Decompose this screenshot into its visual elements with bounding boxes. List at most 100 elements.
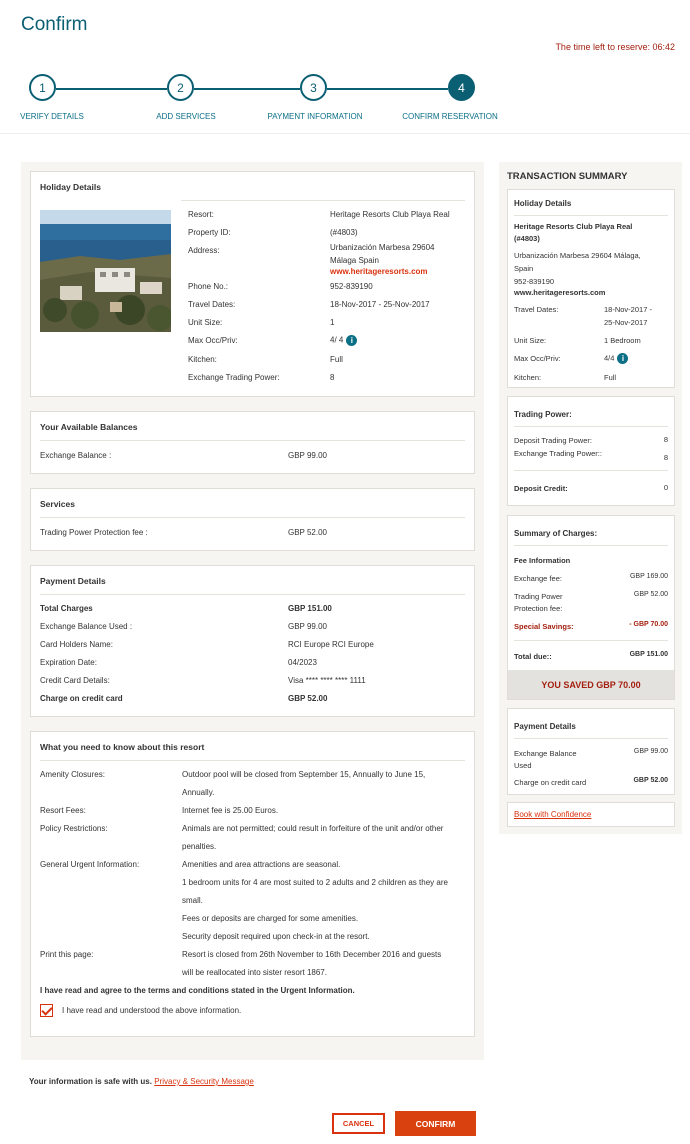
expiration-label: Expiration Date: <box>40 658 97 667</box>
page-title: Confirm <box>21 14 88 35</box>
print-page-label: Print this page: <box>40 950 94 959</box>
summary-eb-label-2: Used <box>514 761 532 770</box>
progress-stepper: 1 2 3 4 VERIFY DETAILS ADD SERVICES PAYM… <box>0 74 690 134</box>
summary-occ-value: 4/4 <box>604 353 615 363</box>
transaction-summary-panel: TRANSACTION SUMMARY Holiday Details Heri… <box>499 162 682 834</box>
step-4-circle: 4 <box>448 74 475 101</box>
travel-dates-label: Travel Dates: <box>188 300 236 309</box>
summary-resort-name-1: Heritage Resorts Club Playa Real <box>514 222 633 231</box>
summary-holiday-card: Holiday Details Heritage Resorts Club Pl… <box>507 189 675 388</box>
total-charges-value: GBP 151.00 <box>288 604 332 613</box>
summary-holiday-title: Holiday Details <box>514 199 572 208</box>
step-2-label[interactable]: ADD SERVICES <box>156 112 215 121</box>
phone-label: Phone No.: <box>188 282 229 291</box>
summary-kitchen-label: Kitchen: <box>514 373 542 382</box>
step-connector <box>327 88 448 90</box>
payment-details-card: Payment Details Total Charges GBP 151.00… <box>30 565 475 717</box>
summary-occ-label: Max Occ/Priv: <box>514 354 561 363</box>
exchange-balance-used-label: Exchange Balance Used : <box>40 622 133 631</box>
urgent-info-line-1: Amenities and area attractions are seaso… <box>182 860 341 869</box>
tpp-fee-value: GBP 52.00 <box>633 591 668 598</box>
step-3-label[interactable]: PAYMENT INFORMATION <box>268 112 363 121</box>
divider <box>514 426 668 427</box>
book-with-confidence-link[interactable]: Book with Confidence <box>514 810 591 819</box>
travel-dates-value: 18-Nov-2017 - 25-Nov-2017 <box>330 300 430 309</box>
summary-payment-title: Payment Details <box>514 722 576 731</box>
summary-occ-row: 4/4 i <box>604 353 629 364</box>
max-occ-value: 4/ 4 <box>330 335 344 345</box>
protection-fee-value: GBP 52.00 <box>288 528 327 537</box>
exchange-tp-value: 8 <box>663 453 668 462</box>
address-line-1: Urbanización Marbesa 29604 <box>330 243 435 252</box>
summary-kitchen-value: Full <box>604 373 617 382</box>
resort-info-title: What you need to know about this resort <box>40 742 205 752</box>
charge-on-card-label: Charge on credit card <box>40 694 123 703</box>
print-page-line-1: Resort is closed from 26th November to 1… <box>182 950 442 959</box>
summary-resort-name-2: (#4803) <box>514 234 540 243</box>
divider <box>514 545 668 546</box>
charge-on-card-value: GBP 52.00 <box>288 694 328 703</box>
resort-label: Resort: <box>188 210 214 219</box>
step-2-circle[interactable]: 2 <box>167 74 194 101</box>
amenity-closures-line-1: Outdoor pool will be closed from Septemb… <box>182 770 426 779</box>
kitchen-label: Kitchen: <box>188 355 217 364</box>
trading-power-title: Trading Power: <box>514 410 572 419</box>
resort-website-link[interactable]: www.heritageresorts.com <box>330 267 428 276</box>
policy-restrictions-line-2: penalties. <box>182 842 217 851</box>
divider <box>514 215 668 216</box>
policy-restrictions-line-1: Animals are not permitted; could result … <box>182 824 444 833</box>
summary-unit-value: 1 Bedroom <box>604 336 641 345</box>
max-occ-label: Max Occ/Priv: <box>188 336 238 345</box>
card-holder-label: Card Holders Name: <box>40 640 113 649</box>
step-connector <box>194 88 300 90</box>
summary-unit-label: Unit Size: <box>514 336 547 345</box>
resort-photo <box>40 210 171 332</box>
print-page-line-2: will be reallocated into sister resort 1… <box>182 968 327 977</box>
book-confidence-card: Book with Confidence <box>507 802 675 827</box>
exchange-balance-value: GBP 99.00 <box>288 451 327 460</box>
holiday-details-title: Holiday Details <box>40 182 101 192</box>
cancel-button[interactable]: CANCEL <box>332 1113 385 1134</box>
divider <box>514 738 668 739</box>
divider <box>181 200 465 201</box>
deposit-credit-label: Deposit Credit: <box>514 484 568 493</box>
urgent-info-label: General Urgent Information: <box>40 860 140 869</box>
confirm-button[interactable]: CONFIRM <box>395 1111 476 1136</box>
summary-dates-1: 18-Nov-2017 - <box>604 305 652 314</box>
summary-cc-label: Charge on credit card <box>514 778 587 787</box>
step-1-circle[interactable]: 1 <box>29 74 56 101</box>
urgent-info-line-2: 1 bedroom units for 4 are most suited to… <box>182 878 448 887</box>
trading-power-card: Trading Power: Deposit Trading Power: 8 … <box>507 396 675 506</box>
unit-size-label: Unit Size: <box>188 318 223 327</box>
address-label: Address: <box>188 246 220 255</box>
agree-checkbox-label[interactable]: I have read and understood the above inf… <box>62 1006 241 1015</box>
tpp-fee-label-1: Trading Power <box>514 592 563 601</box>
resort-photo-image <box>40 210 171 332</box>
charges-summary-card: Summary of Charges: Fee Information Exch… <box>507 515 675 700</box>
summary-payment-card: Payment Details Exchange Balance Used GB… <box>507 708 675 795</box>
resort-fees-value: Internet fee is 25.00 Euros. <box>182 806 279 815</box>
divider <box>40 517 465 518</box>
divider <box>514 470 668 471</box>
step-3-circle[interactable]: 3 <box>300 74 327 101</box>
payment-details-title: Payment Details <box>40 576 106 586</box>
holiday-details-card: Holiday Details Resort: Heritage Resorts… <box>30 171 475 397</box>
safe-text: Your information is safe with us. <box>29 1077 152 1086</box>
step-4-label: CONFIRM RESERVATION <box>402 112 498 121</box>
special-savings-label: Special Savings: <box>514 622 574 631</box>
charges-summary-title: Summary of Charges: <box>514 529 598 538</box>
agree-terms-text: I have read and agree to the terms and c… <box>40 986 355 995</box>
privacy-security-link[interactable]: Privacy & Security Message <box>154 1077 254 1086</box>
step-connector <box>56 88 167 90</box>
divider <box>40 440 465 441</box>
step-1-label[interactable]: VERIFY DETAILS <box>20 112 84 121</box>
you-saved-banner: YOU SAVED GBP 70.00 <box>508 670 674 699</box>
info-icon[interactable]: i <box>617 353 629 364</box>
summary-eb-label-1: Exchange Balance <box>514 749 577 758</box>
agree-checkbox[interactable] <box>40 1004 53 1017</box>
summary-website-link[interactable]: www.heritageresorts.com <box>514 288 605 297</box>
summary-phone: 952-839190 <box>514 277 555 286</box>
info-icon[interactable]: i <box>346 335 358 346</box>
summary-eb-value: GBP 99.00 <box>633 748 668 755</box>
divider <box>40 594 465 595</box>
